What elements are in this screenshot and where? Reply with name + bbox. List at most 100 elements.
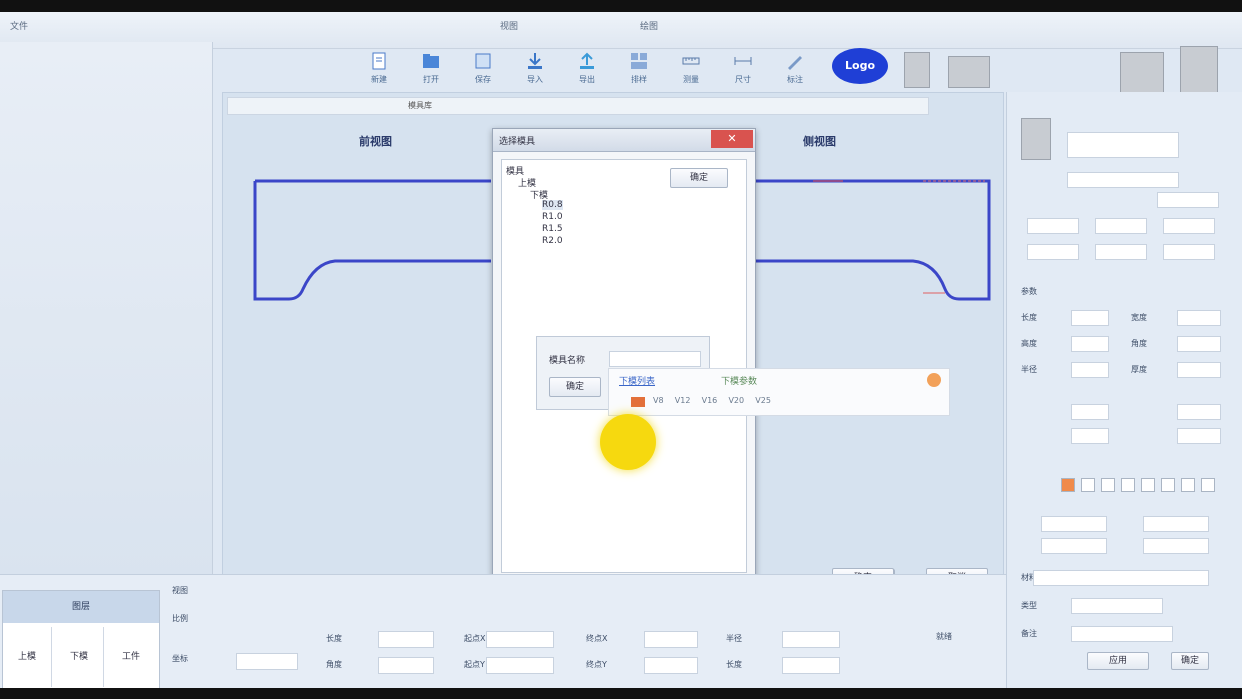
export-icon [580, 52, 594, 69]
end-x-field[interactable] [644, 631, 698, 648]
tree-confirm-button[interactable]: 确定 [670, 168, 728, 188]
prop-field[interactable] [1157, 192, 1219, 208]
type-select[interactable] [1071, 598, 1163, 614]
tree-item-r15[interactable]: R1.5 [542, 224, 563, 234]
prop-field[interactable] [1163, 244, 1215, 260]
param-thickness[interactable] [1177, 362, 1221, 378]
die-option[interactable]: V12 [675, 396, 691, 405]
param-radius[interactable] [1071, 362, 1109, 378]
warning-icon [927, 373, 941, 387]
tool-preview [1021, 118, 1051, 160]
dialog-title-bar: 选择模具 ✕ [493, 129, 755, 152]
lower-mold-link[interactable]: 下模列表 [619, 374, 655, 387]
tool-thumb-1[interactable] [904, 52, 930, 88]
length-field[interactable] [378, 631, 434, 648]
die-option[interactable]: V16 [702, 396, 718, 405]
die-option[interactable]: V25 [755, 396, 771, 405]
prop-field[interactable] [1095, 244, 1147, 260]
param-field[interactable] [1041, 538, 1107, 554]
param-field[interactable] [1071, 404, 1109, 420]
color-swatch-row [1061, 478, 1241, 492]
tool-thumb-2[interactable] [948, 56, 990, 88]
swatch[interactable] [1081, 478, 1095, 492]
param-field[interactable] [1177, 428, 1221, 444]
lower-mold-params: 下模参数 [721, 377, 758, 387]
param-field[interactable] [1177, 404, 1221, 420]
ribbon-button-dimension[interactable]: 尺寸 [722, 44, 764, 98]
end-y-field[interactable] [644, 657, 698, 674]
measure-icon [682, 57, 700, 65]
close-icon: ✕ [727, 132, 737, 145]
die-option[interactable]: V20 [728, 396, 744, 405]
tree-item-r20[interactable]: R2.0 [542, 236, 563, 246]
prop-field[interactable] [1027, 218, 1079, 234]
ribbon-button-save[interactable]: 保存 [462, 44, 504, 98]
die-option[interactable]: V8 [653, 396, 664, 405]
prop-field[interactable] [1095, 218, 1147, 234]
swatch[interactable] [1161, 478, 1175, 492]
lower-mold-tooltip: 下模列表 下模参数 V8 V12 V16 V20 V25 [608, 368, 950, 416]
material-select[interactable] [1033, 570, 1209, 586]
cursor-highlight [600, 414, 656, 470]
tab-view[interactable]: 视图 [500, 20, 518, 34]
ribbon-button-new[interactable]: 新建 [358, 44, 400, 98]
param-field[interactable] [1143, 516, 1209, 532]
ribbon-button-open[interactable]: 打开 [410, 44, 452, 98]
param-angle[interactable] [1177, 336, 1221, 352]
start-x-field[interactable] [486, 631, 554, 648]
status-text: 就绪 [936, 632, 952, 641]
mold-name-input[interactable] [609, 351, 701, 367]
note-field[interactable] [1071, 626, 1173, 642]
param-width[interactable] [1177, 310, 1221, 326]
annotate-icon [788, 56, 802, 70]
layer-workpiece[interactable]: 工件 [107, 627, 155, 687]
swatch[interactable] [1061, 478, 1075, 492]
ribbon-button-measure[interactable]: 测量 [670, 44, 712, 98]
swatch[interactable] [1181, 478, 1195, 492]
right-properties-panel: 参数 长度 宽度 高度 角度 半径 厚度 材料 类型 备注 应用 确定 [1006, 92, 1242, 688]
panel-ok-button[interactable]: 确定 [1171, 652, 1209, 670]
start-y-field[interactable] [486, 657, 554, 674]
swatch[interactable] [1141, 478, 1155, 492]
prop-field[interactable] [1067, 172, 1179, 188]
menu-file[interactable]: 文件 [10, 20, 28, 34]
section-title: 参数 [1021, 287, 1037, 296]
apply-button[interactable]: 应用 [1087, 652, 1149, 670]
layer-panel: 图层 上模 下模 工件 [2, 590, 160, 688]
layout-icon [631, 53, 647, 69]
dimension-icon [734, 57, 752, 65]
open-icon [423, 54, 439, 68]
radius-field[interactable] [782, 631, 840, 648]
prop-field[interactable] [1163, 218, 1215, 234]
tree-item-r08[interactable]: R0.8 [542, 200, 563, 210]
tool-name-field[interactable] [1067, 132, 1179, 158]
tab-draw[interactable]: 绘图 [640, 20, 658, 34]
popup-confirm-button[interactable]: 确定 [549, 377, 601, 397]
ribbon-button-annotate[interactable]: 标注 [774, 44, 816, 98]
dialog-close-button[interactable]: ✕ [711, 130, 753, 148]
swatch[interactable] [1121, 478, 1135, 492]
angle-field[interactable] [378, 657, 434, 674]
layer-upper-die[interactable]: 上模 [3, 627, 52, 687]
param-field[interactable] [1071, 428, 1109, 444]
swatch[interactable] [1201, 478, 1215, 492]
coord-field[interactable] [236, 653, 298, 670]
param-field[interactable] [1143, 538, 1209, 554]
new-icon [372, 52, 386, 70]
selected-marker-icon [631, 397, 645, 407]
app-logo: Logo [832, 48, 888, 84]
ribbon-button-export[interactable]: 导出 [566, 44, 608, 98]
left-panel [0, 42, 213, 578]
prop-field[interactable] [1027, 244, 1079, 260]
length-field-2[interactable] [782, 657, 840, 674]
swatch[interactable] [1101, 478, 1115, 492]
param-field[interactable] [1041, 516, 1107, 532]
layer-lower-die[interactable]: 下模 [55, 627, 104, 687]
param-height[interactable] [1071, 336, 1109, 352]
app-window: 文件 视图 绘图 新建 打开 保存 导入 导出 排样 测量 尺寸 标注 Logo… [0, 12, 1242, 688]
param-length[interactable] [1071, 310, 1109, 326]
tree-item-r10[interactable]: R1.0 [542, 212, 563, 222]
ribbon-button-import[interactable]: 导入 [514, 44, 556, 98]
ribbon-button-layout[interactable]: 排样 [618, 44, 660, 98]
import-icon [528, 53, 542, 69]
